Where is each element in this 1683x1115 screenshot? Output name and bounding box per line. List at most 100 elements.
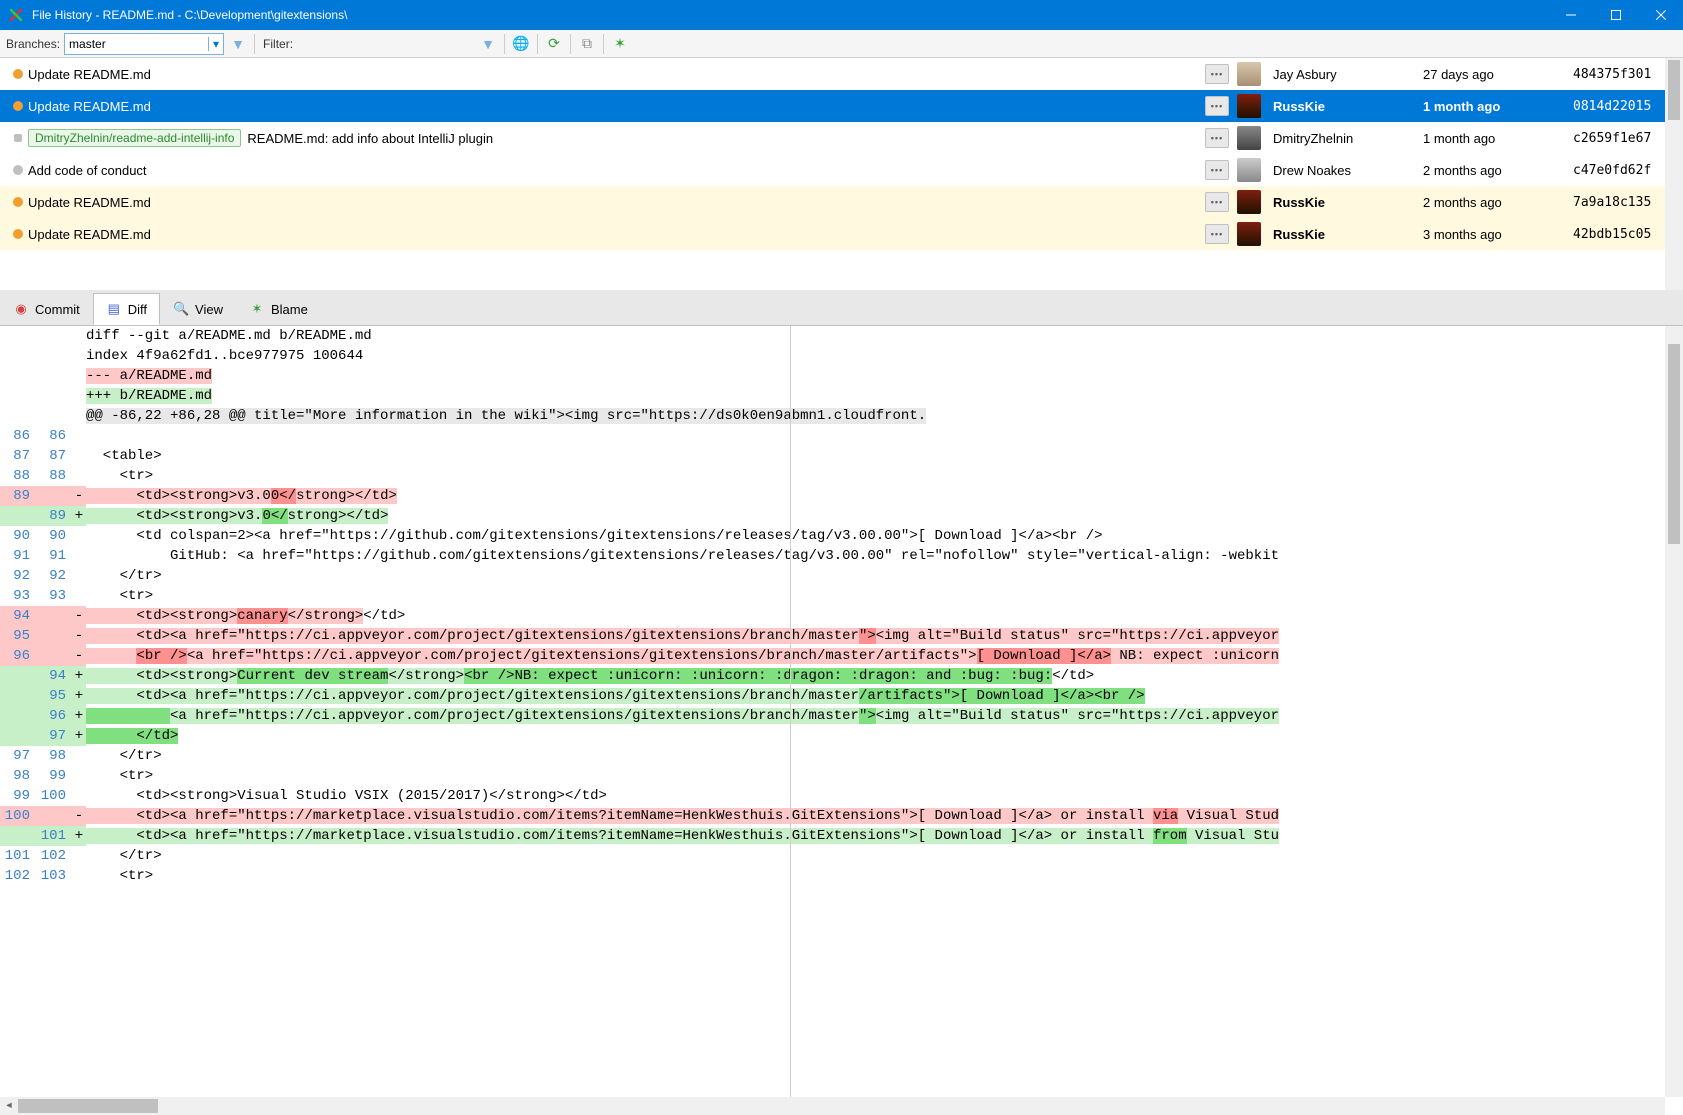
commit-row[interactable]: Update README.md•••RussKie1 month ago081…	[0, 90, 1683, 122]
branches-label: Branches:	[6, 37, 60, 51]
diff-line: +++ b/README.md	[0, 386, 1683, 406]
commit-row[interactable]: Update README.md•••Jay Asbury27 days ago…	[0, 58, 1683, 90]
scrollbar-thumb[interactable]	[1668, 344, 1680, 544]
more-button[interactable]: •••	[1205, 96, 1229, 116]
separator	[254, 34, 255, 54]
graph-dot	[8, 197, 28, 207]
diff-line: 97+ </td>	[0, 726, 1683, 746]
tab-commit[interactable]: ◉ Commit	[0, 293, 93, 325]
filter-icon[interactable]: ▼	[228, 34, 248, 54]
funnel-icon[interactable]: ▼	[478, 34, 498, 54]
diff-line: 9899 <tr>	[0, 766, 1683, 786]
scrollbar-vertical[interactable]	[1665, 58, 1683, 290]
more-button[interactable]: •••	[1205, 160, 1229, 180]
more-button[interactable]: •••	[1205, 128, 1229, 148]
diff-line: 9191 GitHub: <a href="https://github.com…	[0, 546, 1683, 566]
diff-line: 102103 <tr>	[0, 866, 1683, 886]
separator	[537, 34, 538, 54]
diff-line: 8888 <tr>	[0, 466, 1683, 486]
avatar	[1237, 62, 1261, 86]
commit-row[interactable]: Update README.md•••RussKie2 months ago7a…	[0, 186, 1683, 218]
diff-line: 96- <br /><a href="https://ci.appveyor.c…	[0, 646, 1683, 666]
commit-icon: ◉	[13, 301, 29, 317]
chevron-down-icon: ▾	[208, 37, 219, 51]
commit-author: Drew Noakes	[1273, 163, 1423, 178]
diff-line: 100- <td><a href="https://marketplace.vi…	[0, 806, 1683, 826]
refresh-icon[interactable]: ⟳	[544, 34, 564, 54]
globe-icon[interactable]: 🌐	[511, 34, 531, 54]
commit-row[interactable]: Update README.md•••RussKie3 months ago42…	[0, 218, 1683, 250]
diff-line: 95- <td><a href="https://ci.appveyor.com…	[0, 626, 1683, 646]
diff-line: 96+ <a href="https://ci.appveyor.com/pro…	[0, 706, 1683, 726]
tab-label: Blame	[271, 302, 308, 317]
commit-author: RussKie	[1273, 99, 1423, 114]
diff-line: 89- <td><strong>v3.00</strong></td>	[0, 486, 1683, 506]
diff-line: 9292 </tr>	[0, 566, 1683, 586]
separator	[570, 34, 571, 54]
more-button[interactable]: •••	[1205, 224, 1229, 244]
tab-label: View	[195, 302, 223, 317]
scrollbar-thumb[interactable]	[1668, 60, 1680, 120]
search-icon: 🔍	[173, 301, 189, 317]
midline	[790, 326, 791, 1115]
graph-dot	[8, 229, 28, 239]
commit-subject: Update README.md	[28, 99, 151, 114]
maximize-button[interactable]	[1593, 0, 1638, 30]
app-icon	[8, 7, 24, 23]
tab-diff[interactable]: ▤ Diff	[93, 293, 160, 325]
diff-line: 101+ <td><a href="https://marketplace.vi…	[0, 826, 1683, 846]
commit-subject: Update README.md	[28, 67, 151, 82]
diff-line: 9393 <tr>	[0, 586, 1683, 606]
diff-line: 94+ <td><strong>Current dev stream</stro…	[0, 666, 1683, 686]
tab-blame[interactable]: ✶Blame	[236, 293, 321, 325]
filter-input[interactable]	[297, 33, 474, 55]
copy-icon[interactable]: ⧉	[577, 34, 597, 54]
commit-date: 1 month ago	[1423, 99, 1573, 114]
bug-icon[interactable]: ✶	[610, 34, 630, 54]
commit-date: 2 months ago	[1423, 195, 1573, 210]
diff-line: 89+ <td><strong>v3.0</strong></td>	[0, 506, 1683, 526]
diff-line: 99100 <td><strong>Visual Studio VSIX (20…	[0, 786, 1683, 806]
commit-subject: Update README.md	[28, 227, 151, 242]
diff-line: 9798 </tr>	[0, 746, 1683, 766]
commit-list: Update README.md•••Jay Asbury27 days ago…	[0, 58, 1683, 290]
graph-dot	[8, 165, 28, 175]
commit-date: 3 months ago	[1423, 227, 1573, 242]
diff-view: diff --git a/README.md b/README.mdindex …	[0, 326, 1683, 1115]
scrollbar-horizontal[interactable]: ◂	[0, 1097, 1665, 1115]
commit-subject: Update README.md	[28, 195, 151, 210]
branch-select[interactable]: master ▾	[64, 33, 224, 55]
branch-tag: DmitryZhelnin/readme-add-intellij-info	[28, 129, 241, 147]
avatar	[1237, 94, 1261, 118]
branch-selected-value: master	[69, 37, 106, 51]
scroll-left-icon[interactable]: ◂	[0, 1096, 18, 1115]
more-button[interactable]: •••	[1205, 192, 1229, 212]
graph-dot	[8, 101, 28, 111]
commit-date: 1 month ago	[1423, 131, 1573, 146]
graph-dot	[8, 69, 28, 79]
commit-subject: Add code of conduct	[28, 163, 147, 178]
tab-label: Commit	[35, 302, 80, 317]
filter-label: Filter:	[263, 37, 293, 51]
diff-line: 95+ <td><a href="https://ci.appveyor.com…	[0, 686, 1683, 706]
scrollbar-vertical[interactable]	[1665, 326, 1683, 1097]
minimize-button[interactable]	[1548, 0, 1593, 30]
tab-bar: ◉ Commit ▤ Diff 🔍 View ✶Blame	[0, 290, 1683, 326]
diff-line: 8787 <table>	[0, 446, 1683, 466]
commit-author: RussKie	[1273, 227, 1423, 242]
commit-row[interactable]: DmitryZhelnin/readme-add-intellij-infoRE…	[0, 122, 1683, 154]
diff-line: --- a/README.md	[0, 366, 1683, 386]
diff-line: 9090 <td colspan=2><a href="https://gith…	[0, 526, 1683, 546]
more-button[interactable]: •••	[1205, 64, 1229, 84]
tab-view[interactable]: 🔍 View	[160, 293, 236, 325]
avatar	[1237, 126, 1261, 150]
commit-author: RussKie	[1273, 195, 1423, 210]
scrollbar-thumb[interactable]	[18, 1099, 158, 1113]
commit-row[interactable]: Add code of conduct•••Drew Noakes2 month…	[0, 154, 1683, 186]
tab-label: Diff	[128, 302, 147, 317]
close-button[interactable]	[1638, 0, 1683, 30]
commit-author: Jay Asbury	[1273, 67, 1423, 82]
titlebar: File History - README.md - C:\Developmen…	[0, 0, 1683, 30]
diff-icon: ▤	[106, 301, 122, 317]
separator	[504, 34, 505, 54]
